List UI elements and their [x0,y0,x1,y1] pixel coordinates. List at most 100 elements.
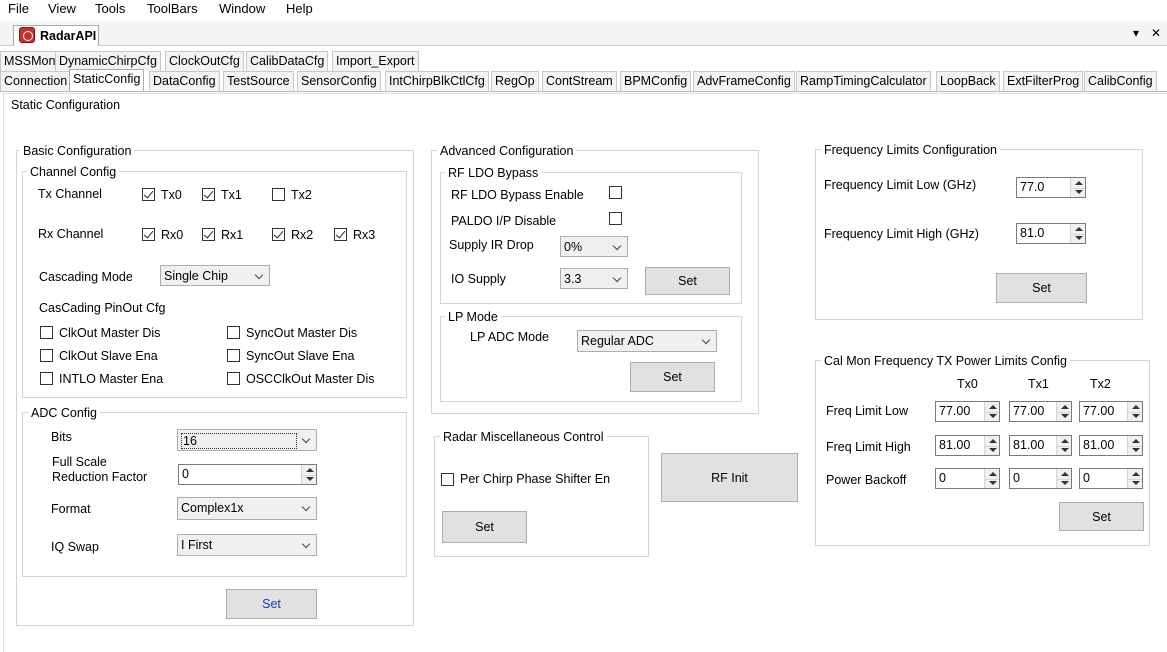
menu-help[interactable]: Help [286,1,313,16]
oscclkout-master-dis-checkbox[interactable] [227,372,240,385]
spin-down-icon[interactable] [1132,414,1140,418]
calmon-power-backoff-tx2[interactable]: 0 [1079,468,1143,489]
tab-connection[interactable]: Connection [0,71,72,91]
clkout-master-dis-checkbox[interactable] [40,326,53,339]
tab-testsource[interactable]: TestSource [223,71,294,91]
iq-swap-select[interactable]: I First [177,534,317,556]
spin-buttons[interactable] [984,402,999,421]
clkout-slave-ena-checkbox[interactable] [40,349,53,362]
spin-up-icon[interactable] [1132,472,1140,476]
spin-down-icon[interactable] [989,448,997,452]
calmon-freq-low-tx0[interactable]: 77.00 [935,401,1000,422]
tx2-checkbox[interactable] [272,188,285,201]
calmon-freq-high-tx0[interactable]: 81.00 [935,435,1000,456]
tab-calibdatacfg[interactable]: CalibDataCfg [246,51,329,71]
spin-down-icon[interactable] [1075,190,1083,194]
tab-clockoutcfg[interactable]: ClockOutCfg [165,51,244,71]
lp-adc-mode-select[interactable]: Regular ADC [577,330,717,352]
menu-view[interactable]: View [48,1,76,16]
spin-buttons[interactable] [1056,436,1071,455]
tx1-checkbox[interactable] [202,188,215,201]
tab-regop[interactable]: RegOp [491,71,539,91]
basic-set-button[interactable]: Set [226,589,317,619]
tab-ramptimingcalculator[interactable]: RampTimingCalculator [796,71,931,91]
spin-down-icon[interactable] [1132,448,1140,452]
tab-contstream[interactable]: ContStream [542,71,617,91]
rf-init-button[interactable]: RF Init [661,453,798,502]
io-supply-select[interactable]: 3.3 [560,268,628,289]
spin-buttons[interactable] [1070,178,1085,197]
tab-bpmconfig[interactable]: BPMConfig [620,71,692,91]
rx2-checkbox[interactable] [272,228,285,241]
calmon-set-button[interactable]: Set [1059,502,1144,531]
spin-up-icon[interactable] [1061,439,1069,443]
calmon-freq-low-tx2[interactable]: 77.00 [1079,401,1143,422]
spin-buttons[interactable] [1056,402,1071,421]
rx1-checkbox[interactable] [202,228,215,241]
close-icon[interactable]: ✕ [1151,26,1161,40]
spin-down-icon[interactable] [989,414,997,418]
syncout-slave-ena-checkbox[interactable] [227,349,240,362]
calmon-power-backoff-tx0[interactable]: 0 [935,468,1000,489]
spin-down-icon[interactable] [989,481,997,485]
calmon-freq-high-tx1[interactable]: 81.00 [1009,435,1072,456]
spin-down-icon[interactable] [1075,236,1083,240]
tab-advframeconfig[interactable]: AdvFrameConfig [693,71,795,91]
fsrf-spinbox[interactable]: 0 [178,464,317,485]
spin-up-icon[interactable] [1132,439,1140,443]
spin-buttons[interactable] [1070,224,1085,243]
format-select[interactable]: Complex1x [177,497,317,520]
calmon-freq-high-tx2[interactable]: 81.00 [1079,435,1143,456]
paldo-disable-checkbox[interactable] [609,212,622,225]
spin-buttons[interactable] [1056,469,1071,488]
tab-calibconfig[interactable]: CalibConfig [1084,71,1157,91]
supply-ir-drop-select[interactable]: 0% [560,236,628,257]
spin-buttons[interactable] [301,465,316,484]
spin-up-icon[interactable] [1075,181,1083,185]
calmon-freq-low-tx1[interactable]: 77.00 [1009,401,1072,422]
freq-low-spinbox[interactable]: 77.0 [1016,177,1086,198]
menu-tools[interactable]: Tools [95,1,125,16]
misc-set-button[interactable]: Set [442,511,527,543]
spin-up-icon[interactable] [989,439,997,443]
window-list-dropdown-icon[interactable]: ▾ [1133,26,1139,40]
spin-buttons[interactable] [1127,436,1142,455]
tab-staticconfig[interactable]: StaticConfig [69,69,145,91]
lp-set-button[interactable]: Set [630,362,715,392]
tab-loopback[interactable]: LoopBack [936,71,1000,91]
rf-ldo-bypass-enable-checkbox[interactable] [609,186,622,199]
menu-toolbars[interactable]: ToolBars [147,1,198,16]
spin-up-icon[interactable] [306,468,314,472]
tx0-checkbox[interactable] [142,188,155,201]
menu-file[interactable]: File [8,1,29,16]
tab-import-export[interactable]: Import_Export [332,51,419,71]
spin-down-icon[interactable] [306,477,314,481]
tab-dynamicchirpcfg[interactable]: DynamicChirpCfg [55,51,161,71]
tab-sensorconfig[interactable]: SensorConfig [297,71,381,91]
rx3-checkbox[interactable] [334,228,347,241]
spin-up-icon[interactable] [989,405,997,409]
tab-extfilterprog[interactable]: ExtFilterProg [1003,71,1084,91]
freq-limits-set-button[interactable]: Set [996,273,1087,303]
spin-buttons[interactable] [1127,469,1142,488]
freq-high-spinbox[interactable]: 81.0 [1016,223,1086,244]
spin-down-icon[interactable] [1061,448,1069,452]
spin-up-icon[interactable] [1075,227,1083,231]
spin-up-icon[interactable] [1061,405,1069,409]
syncout-master-dis-checkbox[interactable] [227,326,240,339]
intlo-master-ena-checkbox[interactable] [40,372,53,385]
cascading-mode-select[interactable]: Single Chip [160,265,270,286]
spin-down-icon[interactable] [1132,481,1140,485]
spin-down-icon[interactable] [1061,481,1069,485]
phase-shifter-checkbox[interactable] [441,473,454,486]
spin-up-icon[interactable] [1132,405,1140,409]
tab-mssmon[interactable]: MSSMon [0,51,60,71]
menu-window[interactable]: Window [219,1,265,16]
bits-select[interactable]: 16 [177,429,317,451]
tab-dataconfig[interactable]: DataConfig [149,71,220,91]
spin-buttons[interactable] [984,469,999,488]
spin-up-icon[interactable] [1061,472,1069,476]
tab-intchirpblkctlcfg[interactable]: IntChirpBlkCtlCfg [385,71,489,91]
rx0-checkbox[interactable] [142,228,155,241]
spin-buttons[interactable] [984,436,999,455]
